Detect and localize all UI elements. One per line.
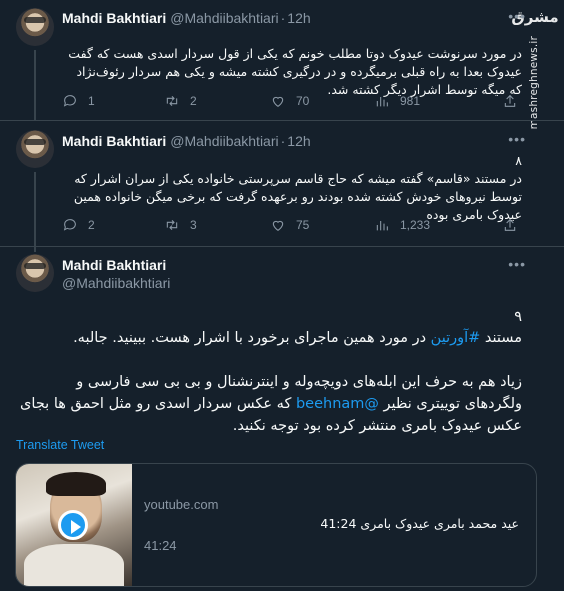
like-button[interactable]: 70 (270, 93, 309, 109)
tweet-actions: 2 3 75 1,233 (62, 217, 522, 235)
thumbnail-hair (46, 472, 106, 496)
share-button[interactable] (502, 217, 528, 233)
text-segment: در مورد همین ماجرای برخورد با اشرار هست.… (73, 330, 431, 346)
separator-dot: · (280, 10, 286, 26)
hashtag-link[interactable]: #آورتین (431, 330, 481, 346)
card-title: عید محمد بامری عیدوک بامری 41:24 (320, 516, 519, 531)
avatar[interactable] (16, 130, 54, 168)
tweet-text: در مورد سرنوشت عیدوک دوتا مطلب خونم که ی… (68, 46, 522, 97)
reply-icon (63, 95, 76, 107)
share-icon (504, 218, 516, 231)
retweet-count: 2 (190, 94, 197, 108)
tweet-actions: 1 2 70 981 (62, 93, 522, 111)
separator-dot: · (280, 133, 286, 149)
card-duration: 41:24 (144, 538, 177, 553)
like-count: 75 (296, 218, 310, 232)
retweet-icon (166, 219, 178, 231)
heart-icon (272, 220, 284, 231)
retweet-button[interactable]: 3 (164, 217, 197, 233)
tweet-number: ۸ (515, 153, 522, 168)
heart-icon (272, 96, 284, 107)
reply-button[interactable]: 1 (62, 93, 95, 109)
tweet-text-para2: زیاد هم به حرف این ابله‌های دویچه‌وله و … (16, 371, 522, 437)
author-name[interactable]: Mahdi Bakhtiari (62, 10, 166, 26)
tweet-text: در مستند «قاسم» گفته میشه که حاج قاسم سر… (73, 171, 522, 222)
reply-button[interactable]: 2 (62, 217, 95, 233)
translate-tweet-link[interactable]: Translate Tweet (16, 438, 104, 452)
author-name[interactable]: Mahdi Bakhtiari (62, 257, 166, 273)
views-button[interactable]: 981 (374, 93, 420, 109)
avatar[interactable] (16, 8, 54, 46)
more-options-icon[interactable]: ••• (508, 8, 526, 24)
share-icon (504, 94, 516, 107)
play-icon[interactable] (58, 510, 88, 540)
like-count: 70 (296, 94, 310, 108)
views-count: 1,233 (400, 218, 431, 232)
divider (0, 246, 564, 247)
tweet-number: ۹ (514, 309, 522, 325)
reply-icon (63, 219, 76, 231)
more-options-icon[interactable]: ••• (508, 131, 526, 147)
thread-line (34, 172, 36, 252)
video-thumbnail[interactable] (16, 464, 132, 586)
like-button[interactable]: 75 (270, 217, 309, 233)
tweet-2[interactable]: Mahdi Bakhtiari @Mahdiibakhtiari · 12h ••• … (0, 120, 564, 252)
more-options-icon[interactable]: ••• (508, 256, 526, 272)
avatar[interactable] (16, 254, 54, 292)
author-name[interactable]: Mahdi Bakhtiari (62, 133, 166, 149)
reply-count: 1 (88, 94, 95, 108)
retweet-icon (166, 95, 178, 107)
author-handle[interactable]: @Mahdiibakhtiari (170, 133, 278, 149)
retweet-count: 3 (190, 218, 197, 232)
views-icon (376, 221, 388, 231)
views-count: 981 (400, 94, 421, 108)
card-domain: youtube.com (144, 497, 219, 512)
thread-line (34, 50, 36, 120)
tweet-time[interactable]: 12h (287, 10, 310, 26)
tweet-text-line1: مستند #آورتین در مورد همین ماجرای برخورد… (16, 327, 522, 349)
mention-link[interactable]: @beehnam (296, 396, 379, 412)
views-icon (376, 97, 388, 107)
divider (0, 120, 564, 121)
author-line: Mahdi Bakhtiari @Mahdiibakhtiari · 12h (62, 133, 311, 149)
link-card[interactable]: youtube.com عید محمد بامری عیدوک بامری 4… (15, 463, 537, 587)
thumbnail-shirt (24, 544, 124, 586)
views-button[interactable]: 1,233 (374, 217, 430, 233)
text-segment: مستند (480, 330, 522, 346)
reply-count: 2 (88, 218, 95, 232)
author-handle[interactable]: @Mahdiibakhtiari (62, 275, 170, 291)
author-handle[interactable]: @Mahdiibakhtiari (170, 10, 278, 26)
retweet-button[interactable]: 2 (164, 93, 197, 109)
tweet-1[interactable]: Mahdi Bakhtiari @Mahdiibakhtiari · 12h ••• … (0, 0, 564, 120)
author-line: Mahdi Bakhtiari @Mahdiibakhtiari · 12h (62, 10, 311, 26)
tweet-time[interactable]: 12h (287, 133, 310, 149)
share-button[interactable] (502, 93, 528, 109)
